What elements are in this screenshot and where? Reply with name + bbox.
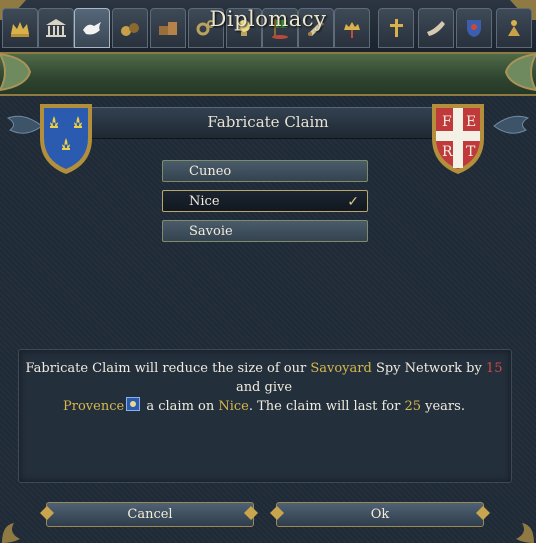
spy-country-name: Savoyard bbox=[310, 361, 372, 376]
target-country-name[interactable]: Provence bbox=[63, 399, 124, 414]
wing-ornament-icon bbox=[493, 115, 530, 134]
window-title: Diplomacy bbox=[209, 7, 327, 31]
banner-scroll-icon bbox=[0, 52, 32, 92]
cross-shield-icon: F E R T bbox=[432, 104, 484, 174]
description-text: years. bbox=[421, 399, 465, 414]
spy-network-cost: 15 bbox=[485, 361, 503, 376]
checkmark-icon: ✓ bbox=[347, 194, 359, 210]
description-text: Fabricate Claim will reduce the size of … bbox=[25, 361, 311, 376]
fleur-de-lis-shield-icon bbox=[40, 104, 92, 174]
svg-text:E: E bbox=[466, 114, 476, 130]
province-label: Nice bbox=[189, 194, 220, 209]
province-option-nice[interactable]: Nice ✓ bbox=[162, 190, 368, 212]
claim-duration-years: 25 bbox=[404, 399, 422, 414]
description-text: . The claim will last for bbox=[248, 399, 405, 414]
description-text: Spy Network by bbox=[371, 361, 486, 376]
action-title: Fabricate Claim bbox=[207, 113, 329, 131]
description-text: and give bbox=[235, 380, 293, 395]
province-option-cuneo[interactable]: Cuneo bbox=[162, 160, 368, 182]
svg-text:T: T bbox=[466, 144, 476, 160]
corner-ornament-icon bbox=[516, 523, 534, 543]
banner-scroll-icon bbox=[504, 52, 536, 92]
action-description: Fabricate Claim will reduce the size of … bbox=[18, 359, 510, 416]
province-option-savoie[interactable]: Savoie bbox=[162, 220, 368, 242]
corner-ornament-icon bbox=[2, 523, 20, 543]
province-label: Savoie bbox=[189, 224, 233, 239]
diplomacy-window: Diplomacy Fabricate Claim F E R T Cuneo … bbox=[0, 0, 536, 543]
description-text: a claim on bbox=[142, 399, 219, 414]
button-gem-icon bbox=[270, 506, 284, 520]
ok-button[interactable]: Ok bbox=[276, 502, 484, 527]
svg-text:R: R bbox=[442, 144, 453, 160]
button-gem-icon bbox=[40, 506, 54, 520]
claim-province-name: Nice bbox=[218, 399, 249, 414]
cancel-button[interactable]: Cancel bbox=[46, 502, 254, 527]
button-gem-icon bbox=[476, 506, 490, 520]
title-banner bbox=[0, 52, 536, 96]
country-flag-icon bbox=[126, 397, 141, 411]
button-gem-icon bbox=[244, 506, 258, 520]
svg-text:F: F bbox=[442, 114, 452, 130]
province-label: Cuneo bbox=[189, 164, 232, 179]
